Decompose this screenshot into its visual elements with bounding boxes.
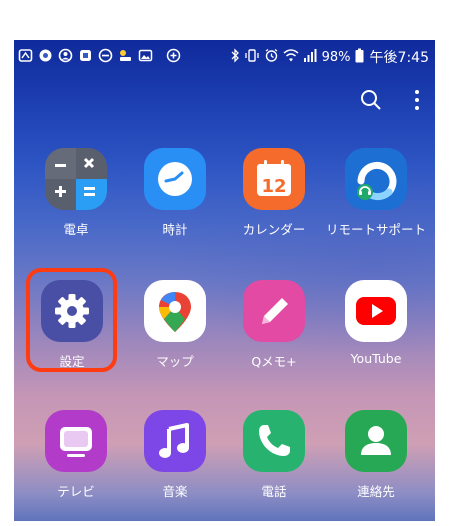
app-label: 連絡先 [357, 484, 395, 499]
settings-highlight-box [26, 268, 117, 372]
tv-icon [45, 410, 107, 472]
signal-icon [303, 48, 318, 67]
weather-icon [118, 48, 133, 63]
gallery-icon [138, 48, 153, 63]
notification-icon [78, 48, 93, 63]
top-actions [359, 88, 421, 116]
pen-icon [243, 280, 305, 342]
battery-icon [355, 48, 364, 67]
clock-icon [144, 148, 206, 210]
contact-icon [345, 410, 407, 472]
app-label: 電話 [261, 484, 287, 499]
account-icon [58, 48, 73, 63]
do-not-disturb-icon [98, 48, 113, 63]
app-calculator[interactable]: 電卓 [26, 148, 126, 238]
youtube-play-icon [345, 280, 407, 342]
app-label: リモートサポート [326, 222, 427, 237]
search-icon[interactable] [359, 88, 383, 116]
status-right: 98% 午後7:45 [230, 47, 429, 67]
status-bar: 98% 午後7:45 [14, 40, 435, 74]
more-options-icon[interactable] [413, 88, 421, 116]
home-screen: 98% 午後7:45 電卓 時計 12 カレンダー リモートサポート 設定 マッ… [14, 40, 435, 521]
app-remote-support[interactable]: リモートサポート [326, 148, 426, 238]
app-tv[interactable]: テレビ [26, 410, 126, 500]
calculator-icon [45, 148, 107, 210]
app-label: マップ [156, 354, 194, 369]
notification-icons [18, 48, 181, 63]
app-phone[interactable]: 電話 [224, 410, 324, 500]
bluetooth-icon [230, 47, 240, 67]
app-maps[interactable]: マップ [125, 280, 225, 370]
app-label: YouTube [350, 351, 402, 366]
phone-icon [243, 410, 305, 472]
app-label: 時計 [162, 222, 188, 237]
app-calendar[interactable]: 12 カレンダー [224, 148, 324, 238]
chrome-icon [38, 48, 53, 63]
app-contacts[interactable]: 連絡先 [326, 410, 426, 500]
app-label: カレンダー [242, 222, 306, 237]
maps-pin-icon [144, 280, 206, 342]
status-clock: 午後7:45 [369, 50, 429, 66]
app-label: Qメモ+ [251, 354, 297, 369]
add-circle-icon [166, 48, 181, 63]
app-qmemo[interactable]: Qメモ+ [224, 280, 324, 370]
vibrate-icon [244, 48, 260, 67]
app-label: 音楽 [162, 484, 188, 499]
calendar-icon: 12 [243, 148, 305, 210]
music-note-icon [144, 410, 206, 472]
app-icon [18, 48, 33, 63]
app-label: 電卓 [63, 222, 89, 237]
alarm-icon [264, 48, 279, 67]
svg-text:12: 12 [261, 176, 286, 197]
app-clock[interactable]: 時計 [125, 148, 225, 238]
battery-percent: 98% [321, 49, 351, 65]
app-youtube[interactable]: YouTube [326, 280, 426, 366]
remote-support-icon [345, 148, 407, 210]
app-music[interactable]: 音楽 [125, 410, 225, 500]
app-label: テレビ [57, 484, 95, 499]
wifi-icon [283, 48, 299, 67]
